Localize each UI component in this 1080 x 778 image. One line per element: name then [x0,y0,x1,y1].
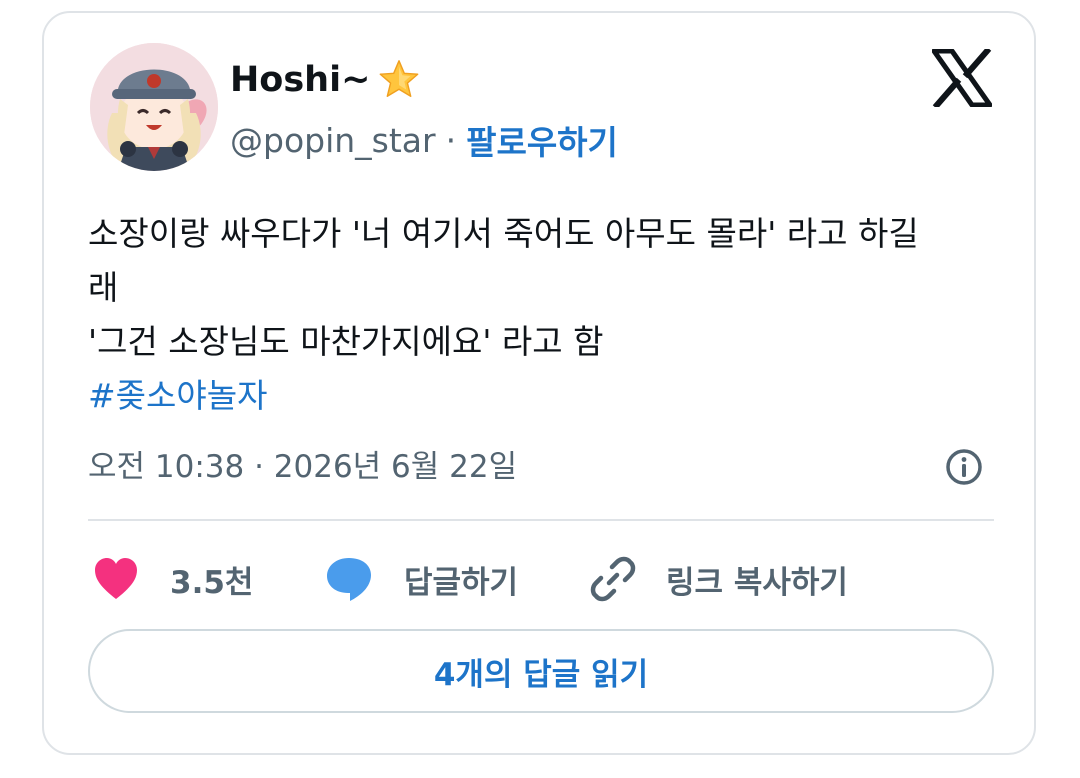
tweet-line-2: 래 [88,268,119,307]
tweet-line-1: 소장이랑 싸우다가 '너 여기서 죽어도 아무도 몰라' 라고 하길 [88,214,919,253]
timestamp[interactable]: 오전 10:38 · 2026년 6월 22일 [88,441,517,486]
like-count: 3.5천 [170,564,254,601]
display-name[interactable]: Hoshi~ [230,57,422,103]
avatar[interactable] [90,43,218,171]
reply-button[interactable]: 답글하기 [324,551,518,607]
hashtag-link[interactable]: #좆소야놀자 [88,369,1008,423]
info-icon[interactable] [944,447,984,487]
separator: · [445,120,457,160]
follow-link[interactable]: 팔로우하기 [466,116,618,164]
copy-link-label: 링크 복사하기 [666,564,848,601]
copy-link-button[interactable]: 링크 복사하기 [590,551,848,607]
like-button[interactable]: 3.5천 [92,551,253,607]
star-icon [380,60,419,98]
handle[interactable]: @popin_star [230,121,436,160]
handle-row: @popin_star · 팔로우하기 [230,116,618,164]
avatar-illustration-icon [90,43,218,171]
speech-bubble-icon [327,558,371,601]
divider [88,519,994,521]
x-logo-icon[interactable] [932,49,992,107]
tweet-line-3: '그건 소장님도 마찬가지에요' 라고 함 [88,322,604,361]
tweet-text: 소장이랑 싸우다가 '너 여기서 죽어도 아무도 몰라' 라고 하길 래 '그건… [88,207,1008,423]
reply-label: 답글하기 [404,564,519,601]
read-replies-button[interactable]: 4개의 답글 읽기 [88,629,994,713]
tweet-card: Hoshi~ @popin_star · 팔로우하기 소장이랑 싸우다가 '너 … [42,11,1036,755]
display-name-text: Hoshi~ [230,60,371,100]
heart-icon [95,558,137,599]
link-icon [590,556,636,602]
